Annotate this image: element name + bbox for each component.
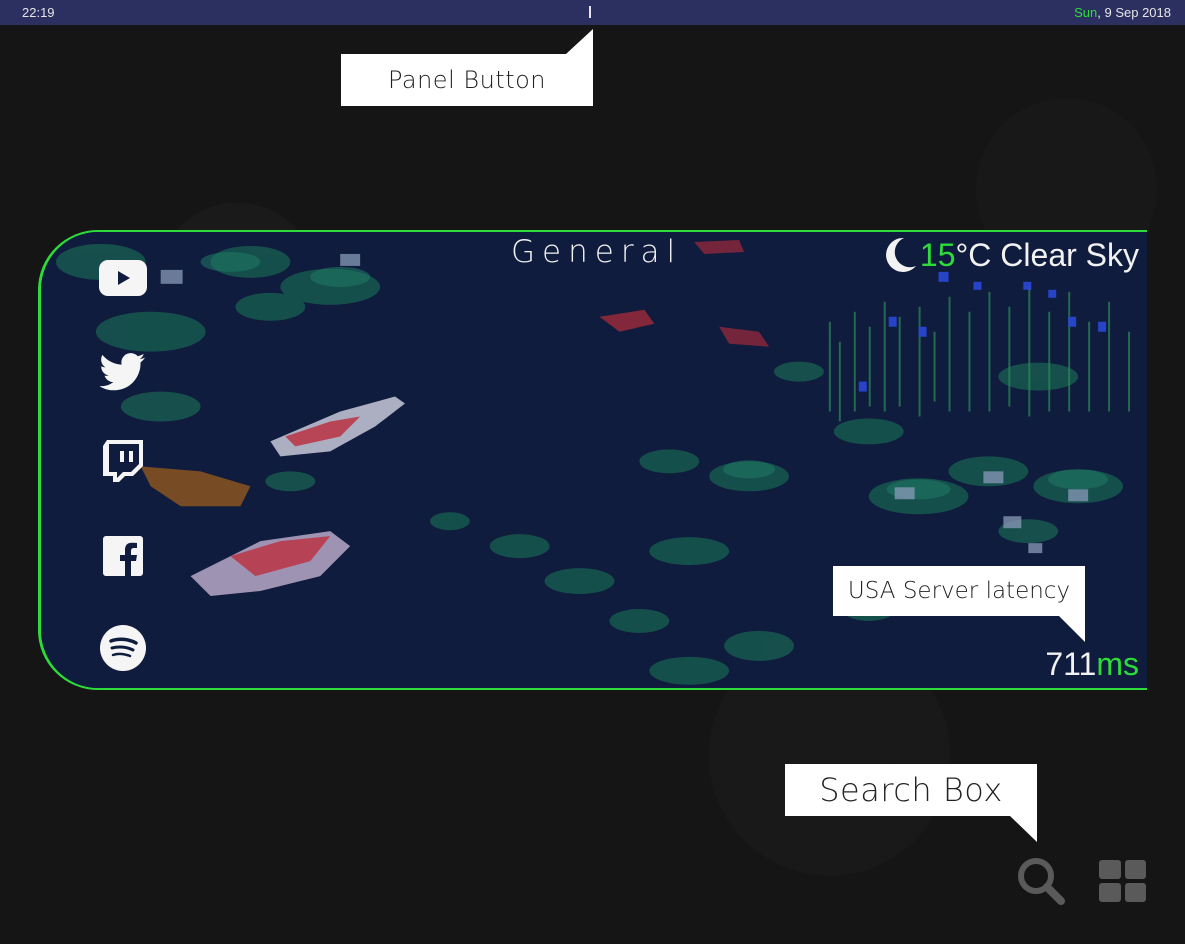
grid-tile [1124, 883, 1146, 902]
grid-icon[interactable] [1099, 860, 1146, 902]
general-panel: General 15 °C Clear Sky USA Server laten… [38, 230, 1147, 690]
koi-pond-wallpaper [41, 232, 1147, 688]
grid-tile [1124, 860, 1146, 879]
search-box-callout-tail [1010, 816, 1037, 842]
search-icon[interactable] [1016, 856, 1066, 906]
top-panel: 22:19 Sun, 9 Sep 2018 [0, 0, 1185, 25]
panel-button-callout-tail [566, 29, 593, 54]
panel-button[interactable] [589, 6, 591, 18]
latency-readout: 711ms [1045, 646, 1139, 683]
temperature: 15 [919, 236, 956, 273]
weather-widget: 15 °C Clear Sky [882, 236, 1139, 274]
grid-tile [1099, 860, 1121, 879]
date-display: Sun, 9 Sep 2018 [1074, 0, 1171, 25]
panel-title: General [511, 234, 683, 270]
grid-tile [1099, 883, 1121, 902]
date-label: , 9 Sep 2018 [1097, 5, 1171, 20]
twitter-icon[interactable] [99, 348, 147, 396]
clock: 22:19 [22, 5, 55, 20]
facebook-icon[interactable] [99, 532, 147, 580]
latency-value: 711 [1045, 646, 1097, 682]
latency-callout-tail [1059, 616, 1085, 642]
spotify-icon[interactable] [99, 624, 147, 672]
desktop: 22:19 Sun, 9 Sep 2018 Panel Button Gener… [0, 0, 1185, 944]
latency-callout: USA Server latency [833, 566, 1085, 616]
youtube-icon[interactable] [99, 254, 147, 302]
twitch-icon[interactable] [99, 438, 147, 486]
day-label: Sun [1074, 5, 1098, 20]
latency-unit: ms [1096, 646, 1139, 682]
search-box-callout: Search Box [785, 764, 1037, 816]
panel-button-callout: Panel Button [341, 54, 593, 106]
moon-icon [885, 237, 916, 272]
weather-condition: °C Clear Sky [955, 236, 1140, 273]
